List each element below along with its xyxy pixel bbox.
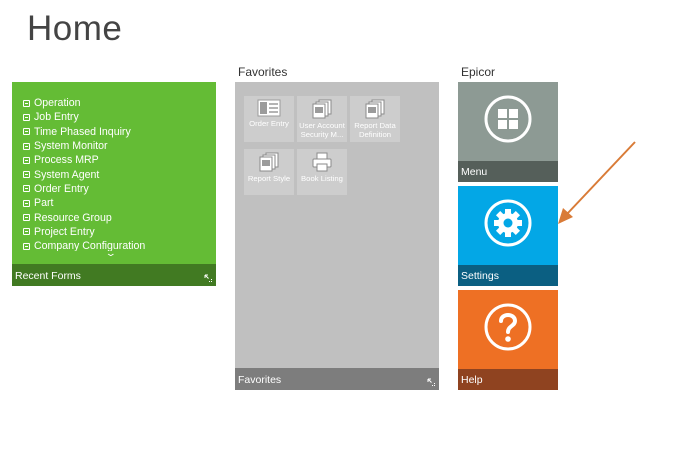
- chevron-down-icon[interactable]: ⌄: [105, 248, 117, 259]
- gear-icon: [484, 199, 532, 247]
- form-icon: [23, 156, 30, 164]
- grid-icon: [484, 95, 532, 143]
- report-stack-icon: [259, 152, 279, 172]
- favorite-label: Report Style: [247, 174, 291, 183]
- recent-form-item[interactable]: Process MRP: [21, 153, 211, 167]
- form-icon: [23, 142, 30, 150]
- recent-form-label: System Monitor: [34, 140, 108, 153]
- settings-label: Settings: [461, 270, 499, 282]
- help-label: Help: [461, 374, 483, 386]
- menu-label: Menu: [461, 166, 488, 178]
- report-stack-icon: [365, 99, 385, 119]
- menu-footer: Menu: [458, 161, 558, 182]
- recent-form-label: Order Entry: [34, 182, 89, 195]
- favorite-item[interactable]: Report Style: [244, 149, 294, 195]
- recent-form-item[interactable]: Resource Group: [21, 210, 211, 224]
- recent-form-label: Resource Group: [34, 211, 112, 224]
- recent-form-item[interactable]: System Agent: [21, 167, 211, 181]
- recent-form-label: Company Configuration: [34, 240, 146, 251]
- menu-tile[interactable]: Menu: [458, 82, 558, 182]
- favorite-label: Book Listing: [301, 174, 343, 183]
- form-icon: [23, 185, 30, 193]
- recent-form-item[interactable]: Part: [21, 196, 211, 210]
- recent-forms-footer-label: Recent Forms: [15, 270, 81, 282]
- settings-tile[interactable]: Settings: [458, 186, 558, 286]
- favorites-footer-label: Favorites: [238, 374, 282, 386]
- favorite-label: Report Data Definition: [354, 121, 396, 139]
- recent-form-item[interactable]: System Monitor: [21, 139, 211, 153]
- form-icon: [23, 99, 30, 107]
- recent-forms-footer: Recent Forms: [12, 264, 216, 286]
- resize-icon[interactable]: [427, 378, 436, 387]
- recent-form-item[interactable]: Order Entry: [21, 182, 211, 196]
- recent-form-item[interactable]: Time Phased Inquiry: [21, 125, 211, 139]
- settings-footer: Settings: [458, 265, 558, 286]
- form-icon: [23, 128, 30, 136]
- form-icon: [23, 242, 30, 250]
- form-icon: [23, 228, 30, 236]
- favorites-section-label: Favorites: [238, 65, 288, 79]
- recent-form-label: Part: [34, 197, 54, 210]
- recent-form-label: System Agent: [34, 168, 100, 181]
- form-icon: [257, 99, 281, 117]
- recent-form-label: Project Entry: [34, 225, 95, 238]
- favorite-item[interactable]: User Account Security M...: [297, 96, 347, 142]
- form-icon: [23, 199, 30, 207]
- favorite-label: User Account Security M...: [299, 121, 345, 139]
- printer-icon: [312, 152, 332, 172]
- help-tile[interactable]: Help: [458, 290, 558, 390]
- report-stack-icon: [312, 99, 332, 119]
- help-footer: Help: [458, 369, 558, 390]
- page-title: Home: [27, 9, 123, 48]
- form-icon: [23, 214, 30, 222]
- form-icon: [23, 113, 30, 121]
- recent-form-item[interactable]: Job Entry: [21, 110, 211, 124]
- recent-forms-list: Operation Job Entry Time Phased Inquiry …: [21, 96, 211, 251]
- recent-form-label: Time Phased Inquiry: [34, 125, 131, 138]
- favorite-label: Order Entry: [249, 119, 289, 128]
- recent-form-label: Operation: [34, 97, 81, 110]
- favorite-item[interactable]: Report Data Definition: [350, 96, 400, 142]
- favorite-item[interactable]: Book Listing: [297, 149, 347, 195]
- recent-form-label: Job Entry: [34, 111, 79, 124]
- recent-form-label: Process MRP: [34, 154, 99, 167]
- form-icon: [23, 171, 30, 179]
- recent-form-item[interactable]: Operation: [21, 96, 211, 110]
- question-icon: [484, 303, 532, 351]
- resize-icon[interactable]: [204, 274, 213, 283]
- epicor-section-label: Epicor: [461, 65, 496, 79]
- annotation-arrow: [558, 141, 636, 224]
- favorites-footer: Favorites: [235, 368, 439, 390]
- recent-form-item[interactable]: Project Entry: [21, 225, 211, 239]
- favorite-item[interactable]: Order Entry: [244, 96, 294, 142]
- favorites-tile[interactable]: Order Entry User Account Security M... R…: [235, 82, 439, 390]
